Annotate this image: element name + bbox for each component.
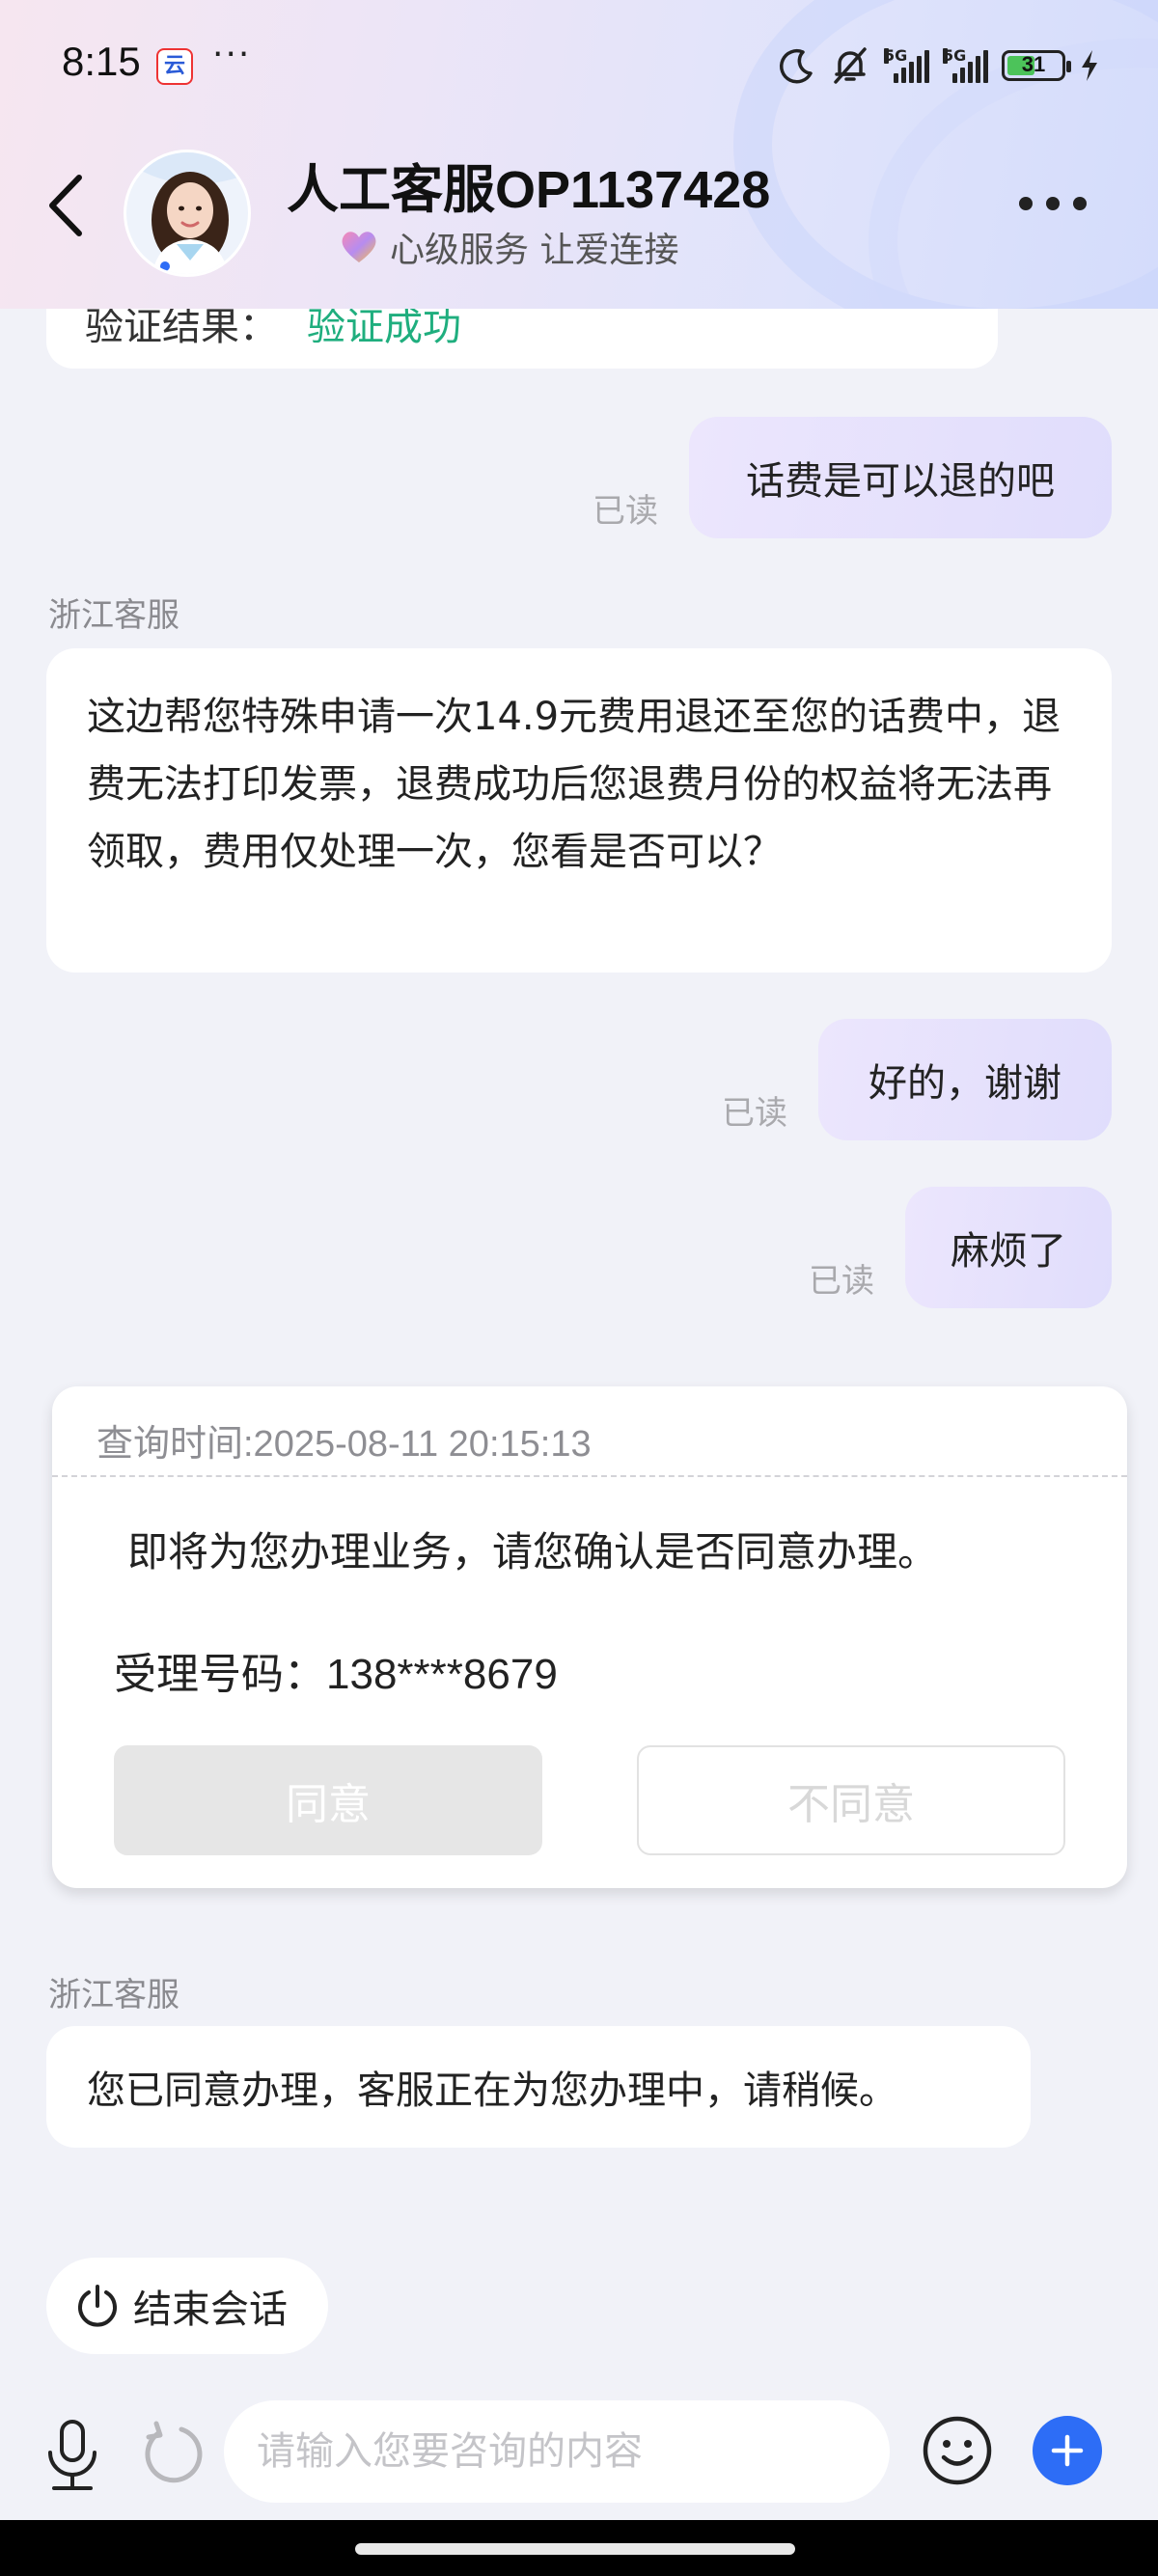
- message-text: 麻烦了: [951, 1229, 1066, 1274]
- incoming-message: 您已同意办理，客服正在为您办理中，请稍候。: [46, 2026, 1031, 2148]
- signal-icon: 5G: [943, 48, 988, 83]
- mute-bell-icon: [834, 47, 867, 84]
- incoming-message: 这边帮您特殊申请一次14.9元费用退还至您的话费中，退费无法打印发票，退费成功后…: [46, 648, 1112, 973]
- outgoing-message: 麻烦了: [905, 1187, 1112, 1308]
- heart-icon: [342, 232, 376, 262]
- outgoing-message: 话费是可以退的吧: [689, 417, 1112, 538]
- battery-icon: 31: [1002, 50, 1071, 81]
- read-receipt: 已读: [809, 1262, 874, 1301]
- emoji-button[interactable]: [921, 2414, 994, 2487]
- microphone-icon: [48, 2420, 96, 2490]
- dot: [1073, 197, 1087, 210]
- power-icon: [78, 2285, 117, 2327]
- more-notifications-icon: ···: [212, 35, 252, 74]
- add-attachment-button[interactable]: [1033, 2416, 1102, 2485]
- agent-slogan: 心级服务 让爱连接: [390, 231, 679, 270]
- refresh-icon: [145, 2421, 203, 2483]
- signal-icon: 5G: [884, 48, 929, 83]
- service-number: 受理号码：138****8679: [114, 1651, 558, 1698]
- outgoing-message: 好的，谢谢: [818, 1019, 1112, 1140]
- clock: 8:15: [62, 39, 141, 84]
- sender-name: 浙江客服: [48, 596, 179, 635]
- end-chat-button[interactable]: 结束会话: [46, 2258, 328, 2354]
- agent-name: 人工客服OP1137428: [287, 161, 771, 219]
- agent-avatar[interactable]: [124, 150, 251, 277]
- back-button[interactable]: [42, 172, 96, 239]
- refresh-button[interactable]: [139, 2420, 207, 2487]
- charging-icon: [1082, 50, 1097, 81]
- voice-input-button[interactable]: [39, 2416, 106, 2493]
- agree-button[interactable]: 同意: [114, 1745, 542, 1855]
- business-confirm-card: 查询时间:2025-08-11 20:15:13 即将为您办理业务，请您确认是否…: [52, 1386, 1127, 1888]
- agent-portrait-icon: [126, 152, 248, 274]
- app-notification-icon: 云: [156, 48, 193, 85]
- dot: [1019, 197, 1033, 210]
- card-divider: [52, 1475, 1127, 1477]
- message-input[interactable]: [224, 2400, 890, 2503]
- end-chat-label: 结束会话: [133, 2288, 288, 2332]
- read-receipt: 已读: [593, 492, 658, 531]
- sender-name: 浙江客服: [48, 1976, 179, 2014]
- chevron-left-icon: [49, 175, 82, 236]
- status-bar: 8:15 云 ··· 5G 5G 31: [0, 0, 1158, 131]
- home-indicator[interactable]: [355, 2543, 795, 2555]
- message-text: 这边帮您特殊申请一次14.9元费用退还至您的话费中，退费无法打印发票，退费成功后…: [87, 695, 1062, 874]
- input-bar: [0, 2375, 1158, 2520]
- battery-level: 31: [1021, 52, 1046, 76]
- smiley-icon: [923, 2416, 992, 2485]
- status-icons: 5G 5G 31: [778, 42, 1100, 89]
- dot: [1046, 197, 1060, 210]
- disagree-button[interactable]: 不同意: [637, 1745, 1065, 1855]
- chat-header: 8:15 云 ··· 5G 5G 31 人工客服OP1137428 心级服务 让…: [0, 0, 1158, 309]
- message-text: 您已同意办理，客服正在为您办理中，请稍候。: [87, 2069, 897, 2113]
- message-text: 好的，谢谢: [868, 1061, 1062, 1106]
- plus-icon: [1051, 2434, 1084, 2467]
- query-time: 查询时间:2025-08-11 20:15:13: [96, 1424, 592, 1465]
- more-options-button[interactable]: [1019, 197, 1087, 210]
- moon-icon: [780, 48, 813, 84]
- confirm-message: 即将为您办理业务，请您确认是否同意办理。: [127, 1528, 939, 1576]
- read-receipt: 已读: [722, 1094, 787, 1133]
- message-text: 话费是可以退的吧: [746, 459, 1055, 504]
